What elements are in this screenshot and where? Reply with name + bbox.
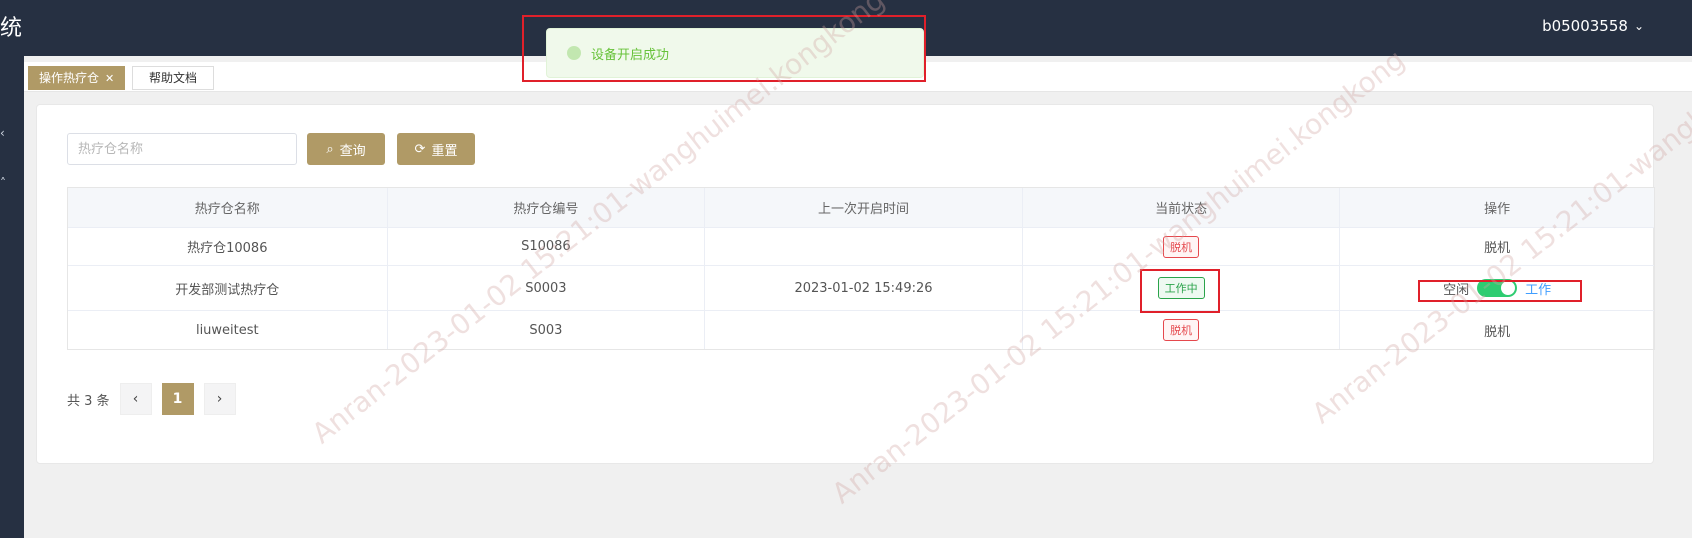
table-row: liuweitest S003 脱机 脱机 — [68, 311, 1654, 349]
cell-code: S10086 — [388, 228, 706, 265]
tab-label: 操作热疗仓 — [39, 71, 100, 85]
sidebar: ‹ ˄ — [0, 56, 24, 538]
status-badge: 脱机 — [1163, 235, 1200, 258]
table-row: 开发部测试热疗仓 S0003 2023-01-02 15:49:26 工作中 空… — [68, 266, 1654, 311]
success-icon — [567, 46, 581, 60]
cell-action: 脱机 — [1484, 241, 1511, 256]
column-header-action: 操作 — [1484, 202, 1511, 217]
prev-page-button[interactable]: ‹ — [119, 383, 152, 415]
cell-name: 热疗仓10086 — [68, 228, 388, 265]
toggle-knob — [1501, 281, 1516, 295]
status-toggle-group: 空闲 工作 — [1443, 279, 1551, 298]
cell-last-open: 2023-01-02 15:49:26 — [705, 266, 1023, 310]
next-page-button[interactable]: › — [203, 383, 236, 415]
username: b05003558 — [1542, 17, 1628, 35]
pagination: 共 3 条 ‹ 1 › — [67, 383, 236, 415]
cell-status: 脱机 — [1023, 228, 1341, 265]
chevron-left-icon[interactable]: ‹ — [0, 126, 5, 140]
column-header-name: 热疗仓名称 — [68, 188, 388, 227]
cell-name: 开发部测试热疗仓 — [68, 266, 388, 310]
tab-operate-thermal-chamber[interactable]: 操作热疗仓 ✕ — [28, 66, 126, 90]
table-row: 热疗仓10086 S10086 脱机 脱机 — [68, 228, 1654, 266]
reset-button[interactable]: ⟳ 重置 — [397, 133, 475, 165]
column-header-last-open: 上一次开启时间 — [705, 188, 1023, 227]
switch-off-label: 空闲 — [1443, 282, 1470, 298]
column-header-code: 热疗仓编号 — [388, 188, 706, 227]
reset-label: 重置 — [431, 143, 458, 159]
status-badge: 工作中 — [1157, 277, 1205, 299]
query-button[interactable]: ⌕ 查询 — [307, 133, 385, 165]
app-title-fragment: 统 — [0, 16, 23, 41]
search-input[interactable] — [67, 133, 297, 165]
cell-name: liuweitest — [68, 311, 388, 349]
total-count: 共 3 条 — [67, 393, 110, 409]
query-label: 查询 — [339, 143, 366, 159]
success-toast: 设备开启成功 — [546, 28, 924, 78]
status-badge: 脱机 — [1163, 319, 1200, 341]
cell-code: S0003 — [388, 266, 706, 310]
table-header: 热疗仓名称 热疗仓编号 上一次开启时间 当前状态 操作 — [68, 188, 1654, 228]
close-icon[interactable]: ✕ — [105, 72, 114, 85]
tab-help-docs[interactable]: 帮助文档 — [132, 66, 214, 90]
chevron-down-icon: ⌄ — [1633, 19, 1644, 33]
work-toggle-switch[interactable] — [1477, 279, 1518, 297]
toast-message: 设备开启成功 — [591, 47, 670, 63]
cell-last-open — [705, 311, 1023, 349]
page-number-button[interactable]: 1 — [161, 383, 194, 415]
chamber-table: 热疗仓名称 热疗仓编号 上一次开启时间 当前状态 操作 热疗仓10086 S10… — [67, 187, 1655, 350]
cell-status: 工作中 — [1023, 266, 1341, 310]
user-menu[interactable]: b05003558 ⌄ — [1542, 17, 1644, 35]
main-card: ⌕ 查询 ⟳ 重置 热疗仓名称 热疗仓编号 上一次开启时间 当前状态 操作 热疗… — [36, 104, 1655, 464]
refresh-icon: ⟳ — [414, 141, 426, 157]
column-header-status: 当前状态 — [1023, 188, 1341, 227]
cell-action: 空闲 工作 — [1340, 266, 1654, 310]
chevron-up-icon[interactable]: ˄ — [0, 176, 6, 190]
cell-status: 脱机 — [1023, 311, 1341, 349]
search-icon: ⌕ — [326, 141, 334, 157]
cell-code: S003 — [388, 311, 706, 349]
switch-on-label: 工作 — [1525, 282, 1552, 298]
cell-action: 脱机 — [1484, 324, 1511, 340]
tab-label: 帮助文档 — [148, 71, 197, 85]
cell-last-open — [705, 228, 1023, 265]
